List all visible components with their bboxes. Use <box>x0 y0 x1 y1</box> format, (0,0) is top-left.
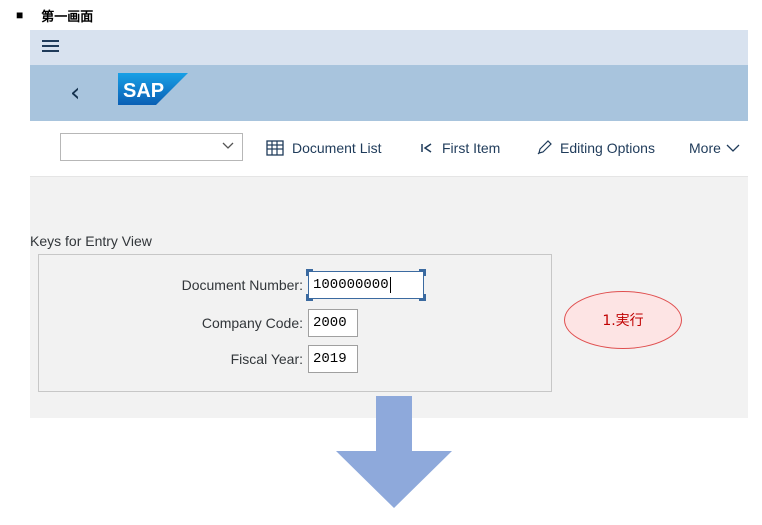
sap-logo: SAP <box>118 73 188 105</box>
form-row-company-code: Company Code: 2000 <box>39 309 553 337</box>
document-heading: ■ 第一画面 <box>16 6 93 24</box>
callout-text: 1.実行 <box>602 313 644 329</box>
editing-options-button[interactable]: Editing Options <box>536 138 655 158</box>
document-number-input[interactable]: 100000000 <box>306 269 426 301</box>
section-title: Keys for Entry View <box>30 233 152 249</box>
more-button[interactable]: More <box>689 138 740 158</box>
app-header: ‹ SAP <box>30 65 748 121</box>
editing-options-label: Editing Options <box>560 140 655 156</box>
sap-logo-text: SAP <box>123 80 164 102</box>
first-item-icon <box>421 143 432 153</box>
company-code-input[interactable]: 2000 <box>308 309 358 337</box>
chevron-down-icon <box>726 144 740 152</box>
document-number-label: Document Number: <box>181 277 303 293</box>
form-row-fiscal-year: Fiscal Year: 2019 <box>39 345 553 373</box>
fiscal-year-input[interactable]: 2019 <box>308 345 358 373</box>
more-label: More <box>689 140 721 156</box>
fiscal-year-value: 2019 <box>313 351 347 367</box>
document-list-button[interactable]: Document List <box>266 138 381 158</box>
pencil-icon <box>537 140 552 155</box>
entry-form: Document Number: 100000000 Company Code:… <box>38 254 552 392</box>
form-row-document-number: Document Number: 100000000 <box>39 269 553 301</box>
document-list-label: Document List <box>292 140 382 156</box>
heading-text: 第一画面 <box>41 8 94 24</box>
company-code-value: 2000 <box>313 315 347 331</box>
company-code-label: Company Code: <box>201 315 303 331</box>
sap-screen: ‹ SAP Document List First Item Editing O… <box>30 30 748 418</box>
hamburger-menu-icon[interactable] <box>42 38 62 56</box>
down-arrow-icon <box>336 396 452 508</box>
fiscal-year-label: Fiscal Year: <box>230 351 303 367</box>
chevron-left-icon[interactable]: ‹ <box>70 78 90 108</box>
document-number-value: 100000000 <box>313 277 389 293</box>
variant-select[interactable] <box>60 133 243 161</box>
grid-list-icon <box>266 140 284 156</box>
first-item-label: First Item <box>442 140 501 156</box>
heading-bullet: ■ <box>16 8 24 22</box>
first-item-button[interactable]: First Item <box>420 138 500 158</box>
execute-callout: 1.実行 <box>564 291 682 349</box>
toolbar: Document List First Item Editing Options… <box>30 121 748 177</box>
chevron-down-icon <box>222 142 234 149</box>
shell-bar <box>30 30 748 65</box>
